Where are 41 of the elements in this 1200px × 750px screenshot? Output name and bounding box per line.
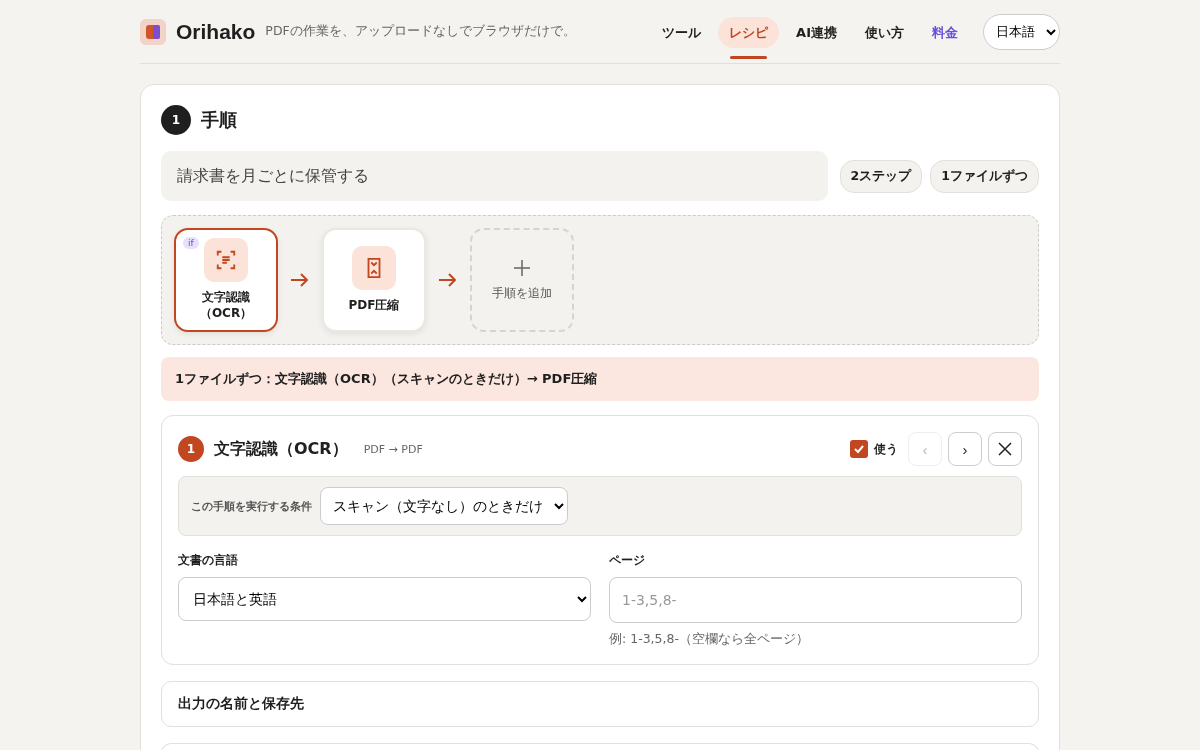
nav-link[interactable]: AI連携 bbox=[785, 16, 848, 48]
recipe-name-field[interactable]: 請求書を月ごとに保管する bbox=[161, 151, 828, 201]
language-select[interactable]: 日本語と英語 bbox=[178, 577, 591, 621]
text-scan-icon bbox=[215, 249, 237, 272]
close-icon bbox=[997, 441, 1013, 457]
collapsible-section[interactable]: 出力の名前と保存先 bbox=[161, 681, 1039, 727]
brand-name[interactable]: Orihako bbox=[176, 19, 256, 44]
next-button[interactable]: › bbox=[948, 432, 982, 466]
pages-input[interactable]: 1-3,5,8- bbox=[609, 577, 1022, 623]
tagline: PDFの作業を、アップロードなしでブラウザだけで。 bbox=[265, 23, 576, 40]
step-number: 1 bbox=[161, 105, 191, 135]
info-chip: 2ステップ bbox=[839, 159, 923, 193]
step-node[interactable]: PDF圧縮 bbox=[322, 228, 426, 332]
if-badge: if bbox=[183, 237, 199, 249]
nav-link[interactable]: レシピ bbox=[718, 16, 780, 48]
use-checkbox[interactable] bbox=[850, 440, 868, 458]
field-label: ページ bbox=[609, 552, 646, 569]
nav-link[interactable]: 使い方 bbox=[854, 16, 915, 48]
arrow-icon bbox=[290, 273, 310, 287]
plus-icon bbox=[512, 258, 532, 279]
logo-icon[interactable] bbox=[140, 18, 166, 45]
step-number: 1 bbox=[178, 436, 204, 462]
info-chip: 1ファイルずつ bbox=[930, 159, 1039, 193]
section-title: 手順 bbox=[201, 108, 237, 132]
summary-banner: 1ファイルずつ：文字認識（OCR）（スキャンのときだけ）→ PDF圧縮 bbox=[161, 357, 1039, 401]
condition-select[interactable]: スキャン（文字なし）のときだけ bbox=[320, 487, 568, 525]
io-label: PDF → PDF bbox=[363, 442, 423, 456]
condition-label: この手順を実行する条件 bbox=[191, 498, 312, 514]
nav-link[interactable]: 料金 bbox=[921, 16, 969, 48]
field-label: 文書の言語 bbox=[178, 552, 239, 569]
use-label: 使う bbox=[874, 440, 898, 458]
nav-link[interactable]: ツール bbox=[651, 16, 713, 48]
step-node[interactable]: if 文字認識（OCR） bbox=[174, 228, 278, 332]
active-underline bbox=[730, 55, 768, 59]
close-button[interactable] bbox=[988, 432, 1022, 466]
language-select[interactable]: 日本語 bbox=[983, 13, 1060, 50]
hint-text: 例: 1-3,5,8-（空欄なら全ページ） bbox=[609, 631, 810, 648]
add-step-button[interactable]: 手順を追加 bbox=[470, 228, 574, 332]
arrow-icon bbox=[438, 273, 458, 287]
step-title: 文字認識（OCR） bbox=[214, 438, 348, 460]
check-icon bbox=[853, 443, 865, 455]
